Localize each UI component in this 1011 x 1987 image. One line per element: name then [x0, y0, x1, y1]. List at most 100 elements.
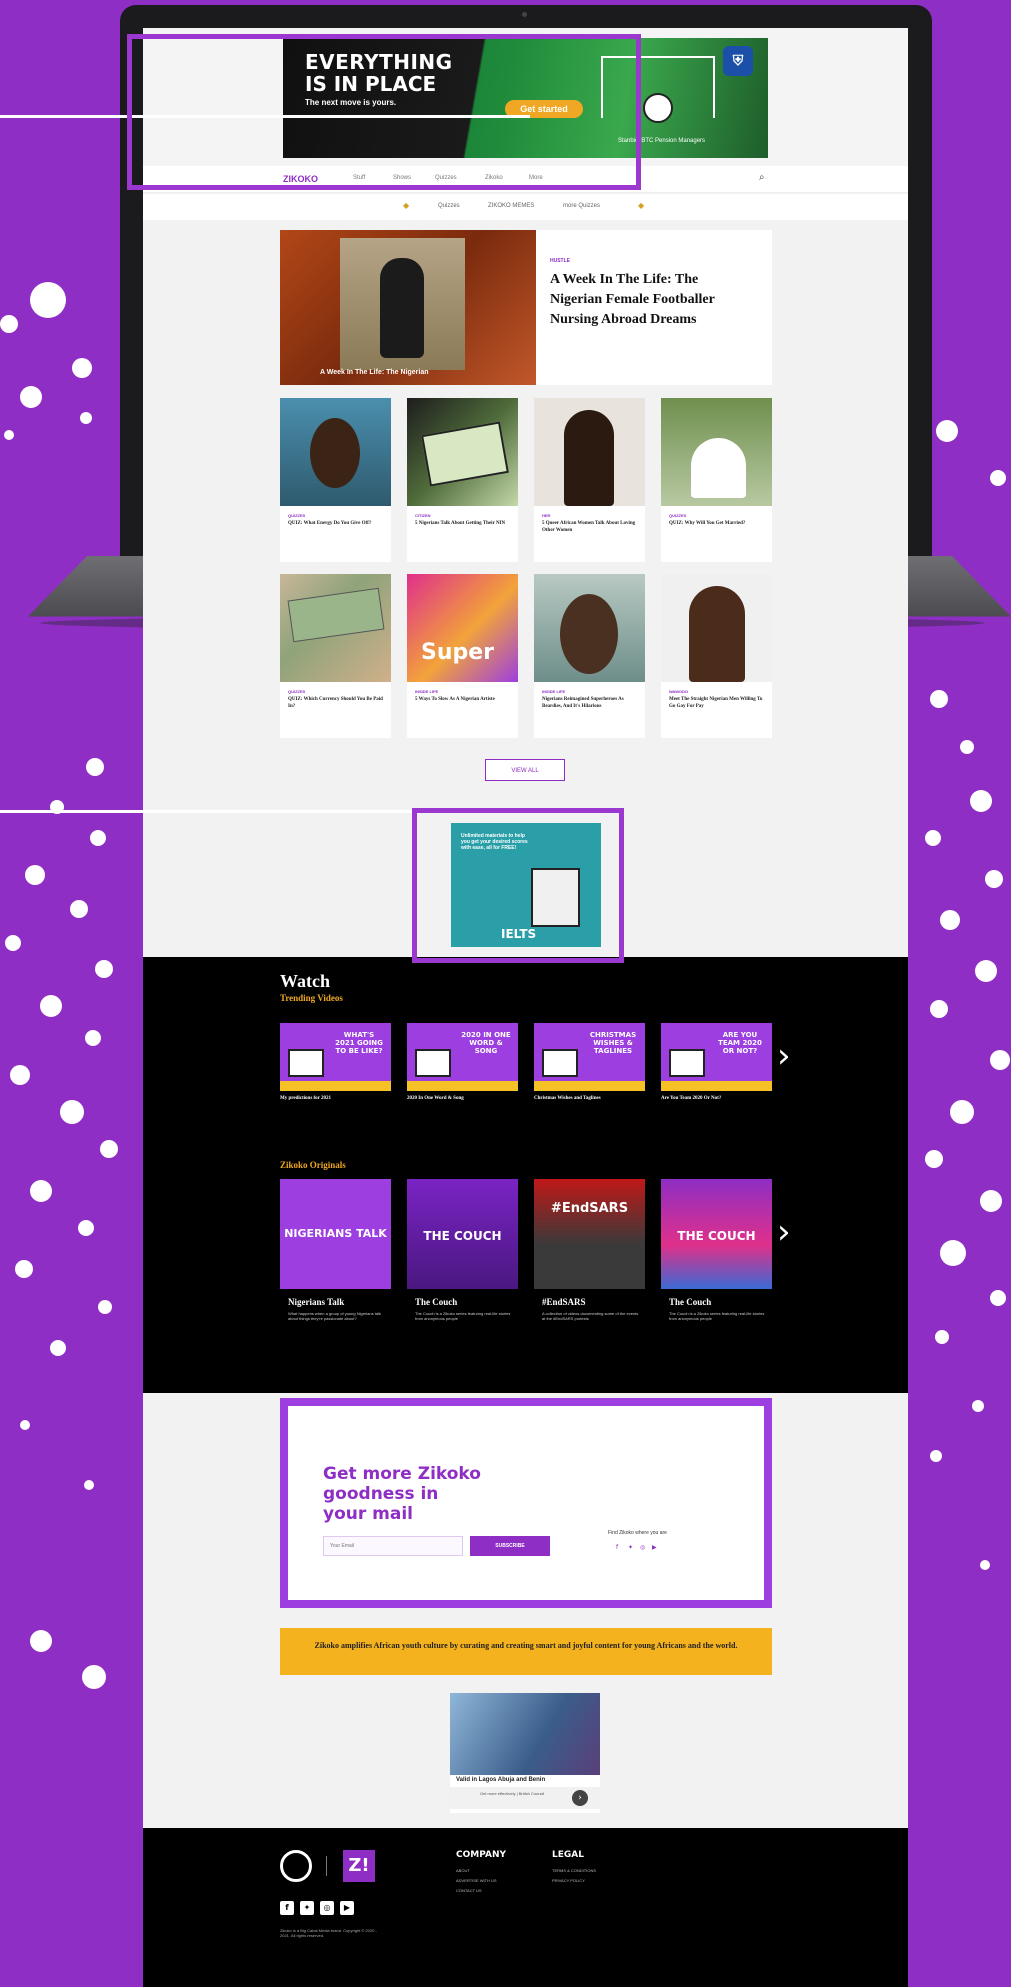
video-card[interactable]: ARE YOU TEAM 2020 OR NOT? — [661, 1023, 772, 1091]
original-card[interactable]: THE COUCH — [407, 1179, 518, 1289]
decor-dot — [100, 1140, 118, 1158]
bigcabal-logo-icon[interactable] — [280, 1850, 312, 1882]
twitter-icon[interactable]: ✦ — [628, 1544, 633, 1551]
article-title[interactable]: QUIZ: Why Will You Get Married? — [669, 520, 764, 527]
decor-dot — [972, 1400, 984, 1412]
video-thumbnail — [415, 1049, 451, 1077]
article-tag: QUIZZES — [669, 513, 687, 518]
article-tag: INSIDE LIFE — [542, 689, 566, 694]
video-label[interactable]: My predictions for 2021 — [280, 1096, 331, 1101]
person-figure — [310, 418, 360, 488]
article-tag: WAWODO — [669, 689, 689, 694]
decor-dot — [72, 358, 92, 378]
subnav-item[interactable]: more Quizzes — [563, 203, 600, 209]
video-thumbnail — [669, 1049, 705, 1077]
video-label[interactable]: Christmas Wishes and Taglines — [534, 1096, 601, 1101]
article-card[interactable]: HER 5 Queer African Women Talk About Lov… — [534, 398, 645, 562]
decor-dot — [15, 1260, 33, 1278]
article-image: Super — [407, 574, 518, 682]
british-council-ad[interactable]: Valid in Lagos Abuja and Benin Get more … — [450, 1693, 600, 1813]
article-title[interactable]: 5 Ways To Slow As A Nigerian Artiste — [415, 696, 510, 703]
original-name[interactable]: Nigerians Talk — [288, 1297, 344, 1307]
article-card[interactable]: INSIDE LIFE Nigerians Reimagined Superhe… — [534, 574, 645, 738]
email-field[interactable] — [323, 1536, 463, 1556]
chevron-right-icon[interactable]: › — [777, 1215, 791, 1249]
youtube-icon[interactable]: ▶ — [652, 1544, 657, 1551]
banknote — [287, 587, 385, 643]
zikoko-logo[interactable]: Z! — [343, 1850, 375, 1882]
video-footer — [534, 1081, 645, 1091]
decor-dot — [4, 430, 14, 440]
view-all-button[interactable]: VIEW ALL — [485, 759, 565, 781]
decor-dot — [84, 1480, 94, 1490]
super-text: Super — [421, 640, 495, 665]
instagram-icon[interactable]: ◎ — [320, 1901, 334, 1915]
search-icon[interactable]: ⌕ — [759, 172, 765, 183]
hero-image: A Week In The Life: The Nigerian — [280, 230, 536, 385]
twitter-icon[interactable]: ✦ — [300, 1901, 314, 1915]
chevron-right-icon[interactable]: › — [777, 1039, 791, 1073]
original-name[interactable]: The Couch — [669, 1297, 711, 1307]
decor-dot — [25, 865, 45, 885]
article-card[interactable]: WAWODO Meet The Straight Nigerian Men Wi… — [661, 574, 772, 738]
footer-link[interactable]: CONTACT US — [456, 1888, 482, 1893]
decor-dot — [985, 870, 1003, 888]
footballer-photo — [340, 238, 465, 370]
bank-shield-icon: ⛨ — [723, 46, 753, 76]
article-card[interactable]: QUIZZES QUIZ: Which Currency Should You … — [280, 574, 391, 738]
video-label[interactable]: Are You Team 2020 Or Not? — [661, 1096, 721, 1101]
chevron-right-icon[interactable]: › — [572, 1790, 588, 1806]
decor-dot — [940, 910, 960, 930]
video-label[interactable]: 2020 In One Word & Song — [407, 1096, 464, 1101]
article-image — [280, 574, 391, 682]
article-title[interactable]: Meet The Straight Nigerian Men Willing T… — [669, 696, 764, 710]
footer-link[interactable]: PRIVACY POLICY — [552, 1878, 585, 1883]
video-headline: 2020 IN ONE WORD & SONG — [461, 1031, 511, 1055]
decor-dot — [930, 1000, 948, 1018]
instagram-icon[interactable]: ◎ — [640, 1544, 645, 1551]
youtube-icon[interactable]: ▶ — [340, 1901, 354, 1915]
newsletter-box: Get more Zikoko goodness in your mail SU… — [280, 1398, 772, 1608]
original-name[interactable]: #EndSARS — [542, 1297, 586, 1307]
football-icon — [643, 93, 673, 123]
article-title[interactable]: QUIZ: Which Currency Should You Be Paid … — [288, 696, 383, 710]
id-card — [421, 421, 509, 487]
subnav-item[interactable]: Quizzes — [438, 203, 460, 209]
article-title[interactable]: 5 Nigerians Talk About Getting Their NIN — [415, 520, 510, 527]
subnav-item[interactable]: ZIKOKO MEMES — [488, 203, 534, 209]
decor-dot — [70, 900, 88, 918]
video-card[interactable]: 2020 IN ONE WORD & SONG — [407, 1023, 518, 1091]
mission-banner: Zikoko amplifies African youth culture b… — [280, 1628, 772, 1675]
article-title[interactable]: 5 Queer African Women Talk About Loving … — [542, 520, 637, 534]
hero-article[interactable]: A Week In The Life: The Nigerian HUSTLE … — [280, 230, 772, 385]
footer-link[interactable]: ADVERTISE WITH US — [456, 1878, 497, 1883]
video-footer — [407, 1081, 518, 1091]
original-card[interactable]: NIGERIANS TALK — [280, 1179, 391, 1289]
article-title[interactable]: QUIZ: What Energy Do You Give Off? — [288, 520, 383, 527]
article-card[interactable]: QUIZZES QUIZ: What Energy Do You Give Of… — [280, 398, 391, 562]
video-headline: ARE YOU TEAM 2020 OR NOT? — [718, 1031, 762, 1055]
original-desc: What happens when a group of young Niger… — [288, 1311, 381, 1321]
subscribe-button[interactable]: SUBSCRIBE — [470, 1536, 550, 1556]
original-art-text: THE COUCH — [423, 1229, 502, 1243]
article-title[interactable]: Nigerians Reimagined Superheroes As Bear… — [542, 696, 637, 710]
original-name[interactable]: The Couch — [415, 1297, 457, 1307]
footer-link[interactable]: TERMS & CONDITIONS — [552, 1868, 596, 1873]
facebook-icon[interactable]: f — [280, 1901, 294, 1915]
newsletter-title: Get more Zikoko goodness in your mail — [323, 1464, 481, 1524]
original-card[interactable]: #EndSARS — [534, 1179, 645, 1289]
article-card[interactable]: CITIZEN 5 Nigerians Talk About Getting T… — [407, 398, 518, 562]
decor-dot — [95, 960, 113, 978]
decor-dot — [990, 470, 1006, 486]
hero-title[interactable]: A Week In The Life: The Nigerian Female … — [550, 270, 750, 330]
decor-dot — [5, 935, 21, 951]
video-card[interactable]: WHAT'S 2021 GOING TO BE LIKE? — [280, 1023, 391, 1091]
video-card[interactable]: CHRISTMAS WISHES & TAGLINES — [534, 1023, 645, 1091]
original-card[interactable]: THE COUCH — [661, 1179, 772, 1289]
article-card[interactable]: Super INSIDE LIFE 5 Ways To Slow As A Ni… — [407, 574, 518, 738]
facebook-icon[interactable]: f — [616, 1544, 618, 1551]
article-card[interactable]: QUIZZES QUIZ: Why Will You Get Married? — [661, 398, 772, 562]
decor-dot — [40, 995, 62, 1017]
ad-photo — [450, 1693, 600, 1775]
footer-link[interactable]: ABOUT — [456, 1868, 470, 1873]
